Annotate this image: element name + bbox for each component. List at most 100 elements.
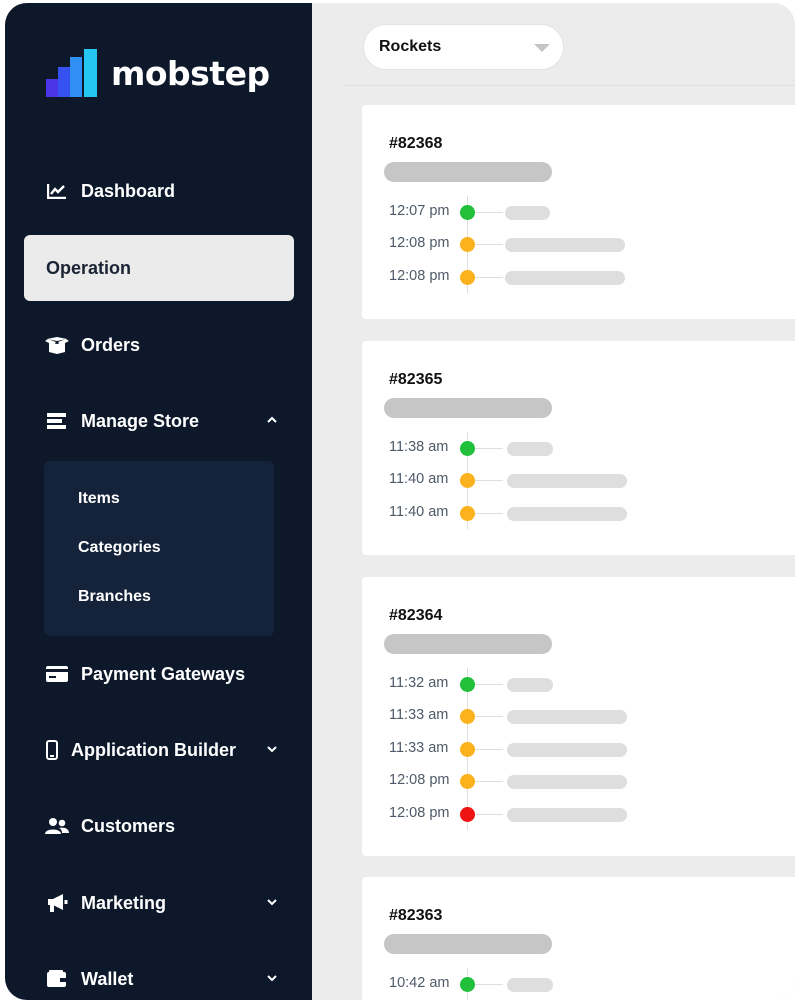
- order-id: #82365: [389, 371, 443, 388]
- timeline-connector: [475, 448, 503, 449]
- timeline-connector: [475, 480, 503, 482]
- status-dot: [460, 473, 475, 489]
- event-text-placeholder: [507, 678, 553, 692]
- sidebar-item-dashboard[interactable]: Dashboard: [45, 171, 285, 211]
- order-title-placeholder: [384, 634, 552, 654]
- status-dot: [460, 205, 475, 220]
- event-time: 12:08 pm: [389, 772, 450, 789]
- event-time: 12:07 pm: [389, 203, 450, 219]
- brand-logo[interactable]: mobstep: [46, 47, 270, 99]
- sidebar: mobstep Dashboard Operation Orders Manag…: [5, 3, 312, 1000]
- sidebar-item-label: Dashboard: [81, 180, 176, 201]
- timeline-connector: [475, 748, 503, 750]
- event-time: 12:08 pm: [389, 235, 450, 252]
- store-filter-value: Rockets: [379, 38, 442, 55]
- timeline-connector: [475, 781, 503, 783]
- status-dot: [460, 977, 475, 992]
- timeline-connector: [475, 813, 503, 815]
- credit-card-icon: [45, 664, 69, 684]
- sidebar-item-label: Orders: [81, 334, 141, 355]
- chevron-down-icon: [267, 746, 277, 753]
- submenu-item-branches[interactable]: Branches: [78, 588, 151, 606]
- event-text-placeholder: [507, 442, 553, 456]
- order-id: #82368: [389, 135, 443, 152]
- order-title-placeholder: [384, 934, 552, 954]
- event-text-placeholder: [505, 270, 625, 285]
- event-time: 11:33 am: [389, 707, 449, 724]
- event-text-placeholder: [507, 506, 627, 521]
- brand-name: mobstep: [111, 53, 270, 93]
- event-text-placeholder: [507, 978, 553, 992]
- chevron-up-icon: [267, 416, 277, 423]
- sidebar-item-customers[interactable]: Customers: [45, 806, 285, 846]
- manage-store-submenu: Items Categories Branches: [44, 461, 274, 636]
- status-dot: [460, 237, 475, 253]
- event-time: 12:08 pm: [389, 267, 450, 284]
- chevron-down-icon: [267, 899, 277, 906]
- order-title-placeholder: [384, 398, 552, 418]
- timeline-connector: [475, 984, 503, 985]
- event-time: 10:42 am: [389, 975, 450, 991]
- order-card[interactable]: #82365 11:38 am 11:40 am 11:40 am: [362, 341, 795, 555]
- sidebar-item-label: Payment Gateways: [81, 663, 246, 684]
- box-open-icon: [45, 335, 69, 355]
- sidebar-item-operation[interactable]: Operation: [24, 235, 294, 301]
- status-dot: [460, 741, 475, 757]
- timeline-connector: [475, 684, 503, 685]
- submenu-item-items[interactable]: Items: [78, 490, 120, 508]
- sidebar-item-manage-store[interactable]: Manage Store: [45, 401, 285, 441]
- order-card[interactable]: #82363 10:42 am: [362, 877, 795, 1000]
- order-card[interactable]: #82368 12:07 pm 12:08 pm 12:08 pm: [362, 105, 795, 319]
- order-id: #82364: [389, 607, 443, 624]
- sidebar-item-label: Operation: [46, 257, 132, 278]
- status-dot: [460, 677, 475, 692]
- event-time: 12:08 pm: [389, 804, 450, 821]
- order-id: #82363: [389, 907, 443, 924]
- store-list-icon: [45, 411, 69, 431]
- event-text-placeholder: [505, 206, 550, 220]
- timeline-event: 12:08 pm: [362, 771, 795, 791]
- status-dot: [460, 269, 475, 285]
- timeline-connector: [475, 512, 503, 514]
- status-dot: [460, 806, 475, 822]
- order-card[interactable]: #82364 11:32 am 11:33 am 11:33 am 12:08 pm 12…: [362, 577, 795, 856]
- sidebar-item-application-builder[interactable]: Application Builder: [45, 730, 285, 770]
- event-text-placeholder: [507, 474, 627, 489]
- app-window: mobstep Dashboard Operation Orders Manag…: [5, 3, 795, 1000]
- timeline-event: 12:08 pm: [362, 234, 795, 254]
- order-title-placeholder: [384, 162, 552, 182]
- timeline-connector: [475, 276, 503, 278]
- sidebar-item-marketing[interactable]: Marketing: [45, 883, 285, 923]
- sidebar-item-label: Wallet: [81, 968, 134, 989]
- event-text-placeholder: [507, 775, 627, 790]
- sidebar-item-label: Application Builder: [71, 739, 237, 760]
- event-time: 11:38 am: [389, 439, 449, 455]
- timeline-event: 10:42 am: [362, 974, 795, 994]
- sidebar-item-payment-gateways[interactable]: Payment Gateways: [45, 654, 285, 694]
- event-time: 11:32 am: [389, 675, 449, 691]
- timeline-event: 11:40 am: [362, 503, 795, 523]
- sidebar-item-wallet[interactable]: Wallet: [45, 959, 285, 999]
- store-filter-select[interactable]: Rockets: [363, 24, 564, 70]
- event-time: 11:40 am: [389, 503, 449, 520]
- timeline-connector: [475, 716, 503, 718]
- timeline-event: 12:08 pm: [362, 804, 795, 824]
- sidebar-item-label: Marketing: [81, 892, 167, 913]
- event-text-placeholder: [507, 807, 627, 822]
- sidebar-item-label: Customers: [81, 815, 176, 836]
- event-text-placeholder: [505, 238, 625, 253]
- timeline-event: 11:40 am: [362, 470, 795, 490]
- sidebar-item-orders[interactable]: Orders: [45, 325, 285, 365]
- status-dot: [460, 774, 475, 790]
- bar-chart-logo-icon: [46, 49, 101, 97]
- timeline-event: 12:08 pm: [362, 267, 795, 287]
- submenu-item-categories[interactable]: Categories: [78, 539, 161, 557]
- chart-line-icon: [45, 181, 69, 201]
- status-dot: [460, 709, 475, 725]
- megaphone-icon: [45, 893, 69, 913]
- caret-down-icon: [534, 44, 550, 52]
- main-content: Rockets #82368 12:07 pm 12:08 pm 12:08 pm #8…: [312, 3, 795, 1000]
- mobile-phone-icon: [45, 740, 59, 760]
- timeline-connector: [475, 212, 503, 213]
- timeline-event: 12:07 pm: [362, 202, 795, 222]
